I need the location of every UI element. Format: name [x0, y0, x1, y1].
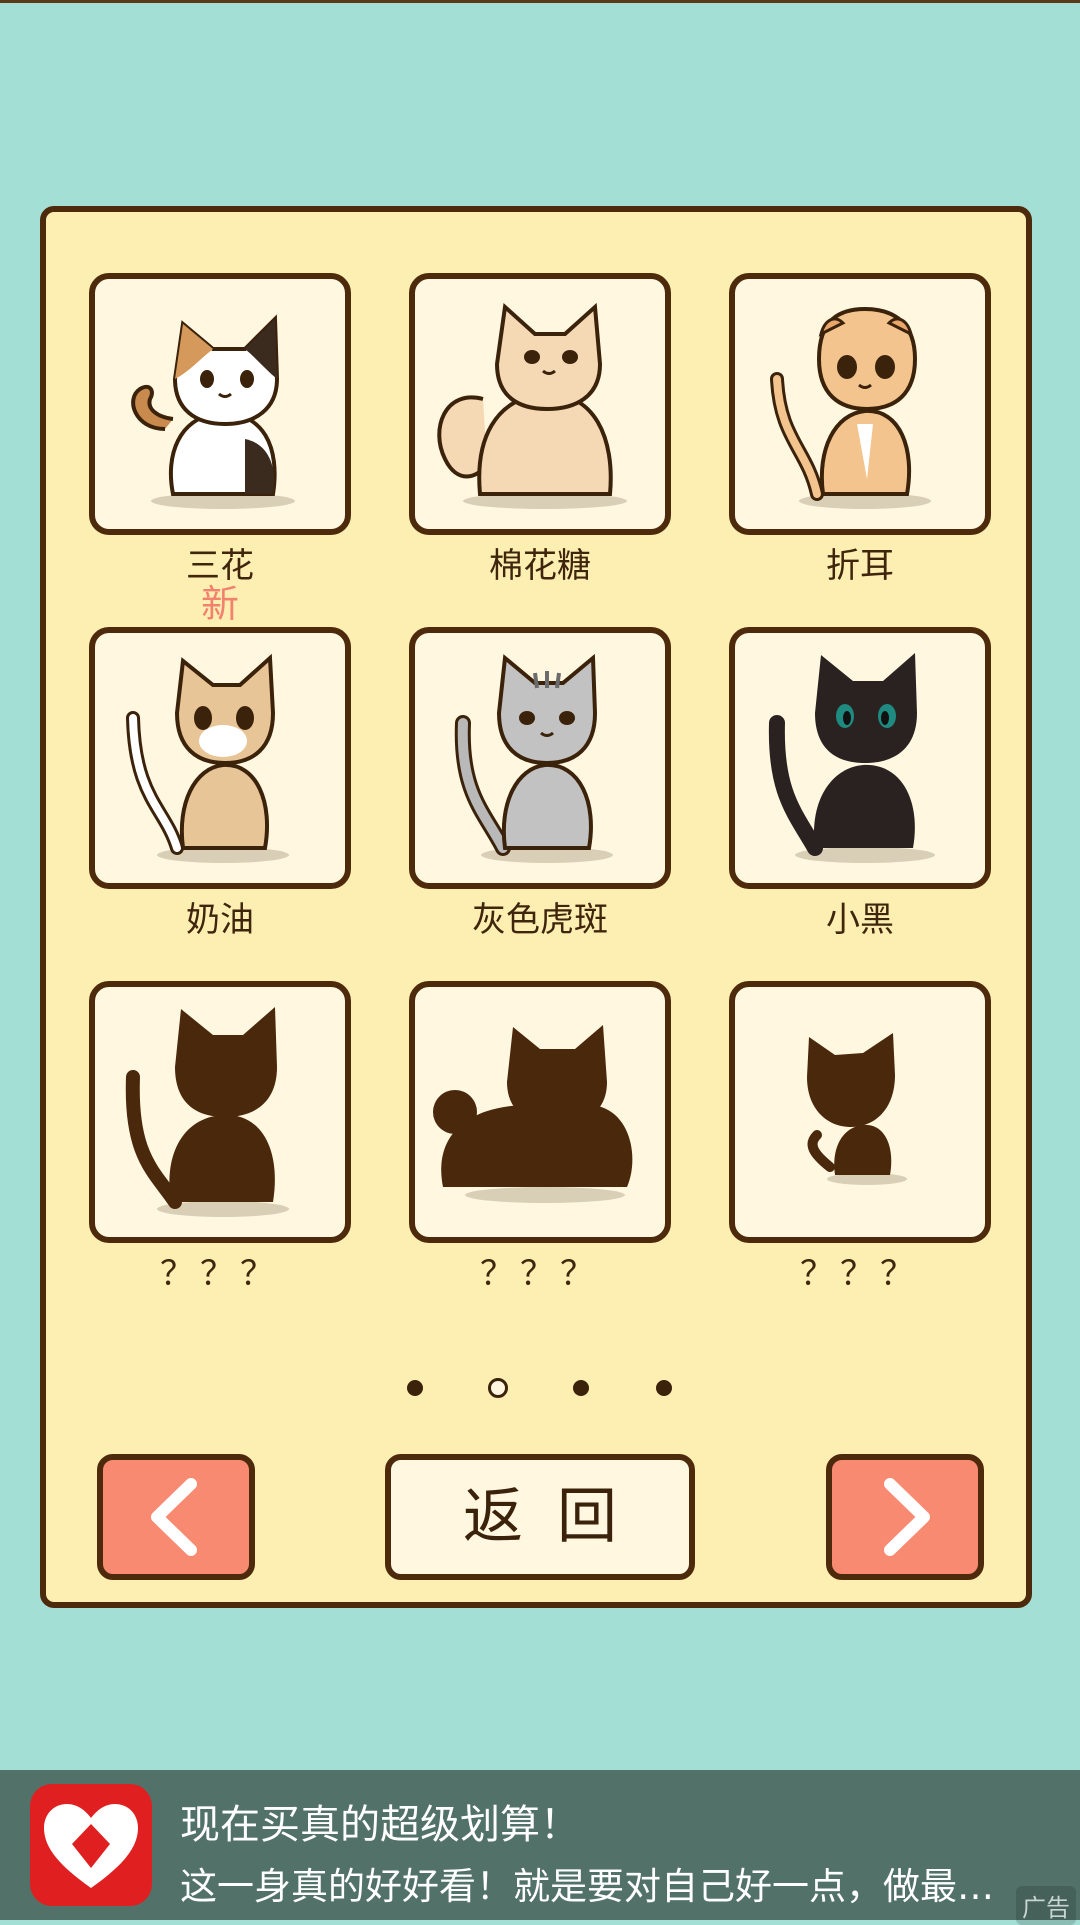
cream-cat-icon: [126, 653, 289, 863]
cat-silhouette-icon: [433, 1025, 633, 1203]
cat-name-label: 小黑: [826, 900, 894, 940]
cat-card-locked[interactable]: [89, 981, 351, 1243]
cat-name-label: 三花: [186, 546, 254, 586]
cat-card-marshmallow[interactable]: [409, 273, 671, 535]
cat-name-label: ？？？: [480, 1254, 600, 1294]
page-dot[interactable]: [407, 1380, 423, 1396]
cat-name-label: 灰色虎斑: [472, 900, 608, 940]
cat-card-black[interactable]: [729, 627, 991, 889]
page-dot-active[interactable]: [488, 1378, 508, 1398]
cat-name-label: ？？？: [160, 1254, 280, 1294]
fluffy-cat-icon: [437, 302, 627, 509]
ad-title: 现在买真的超级划算！: [180, 1802, 580, 1848]
cat-name-label: 奶油: [186, 900, 254, 940]
cat-card-calico[interactable]: [89, 273, 351, 535]
gray-tabby-cat-icon: [454, 653, 613, 863]
cat-card-gray-tabby[interactable]: [409, 627, 671, 889]
page-dot[interactable]: [573, 1380, 589, 1396]
cat-card-cream[interactable]: [89, 627, 351, 889]
cat-silhouette-icon: [125, 1007, 289, 1217]
chevron-right-icon: [884, 1478, 930, 1556]
prev-page-button[interactable]: [97, 1454, 255, 1580]
cat-card-locked[interactable]: [729, 981, 991, 1243]
cat-card-locked[interactable]: [409, 981, 671, 1243]
top-edge-line: [0, 0, 1080, 3]
chevron-left-icon: [151, 1478, 197, 1556]
ad-app-logo: [30, 1784, 152, 1906]
heart-logo-icon: [44, 1804, 138, 1888]
ad-description: 这一身真的好好看！就是要对自己好一点，做最…: [180, 1865, 994, 1908]
new-badge: 新: [200, 582, 239, 626]
black-cat-icon: [768, 653, 935, 863]
page-dot[interactable]: [656, 1380, 672, 1396]
cat-card-scottish-fold[interactable]: [729, 273, 991, 535]
cat-name-label: ？？？: [800, 1254, 920, 1294]
ad-banner[interactable]: 现在买真的超级划算！ 这一身真的好好看！就是要对自己好一点，做最… 广告: [0, 1770, 1080, 1925]
ad-badge: 广告: [1016, 1886, 1076, 1925]
back-button[interactable]: 返回: [385, 1454, 695, 1580]
cat-name-label: 棉花糖: [489, 546, 591, 586]
kitten-silhouette-icon: [807, 1033, 907, 1185]
page-indicator: [0, 1378, 1080, 1400]
fold-ear-cat-icon: [770, 306, 931, 509]
calico-cat-icon: [131, 314, 295, 509]
next-page-button[interactable]: [826, 1454, 984, 1580]
cat-name-label: 折耳: [826, 546, 894, 586]
